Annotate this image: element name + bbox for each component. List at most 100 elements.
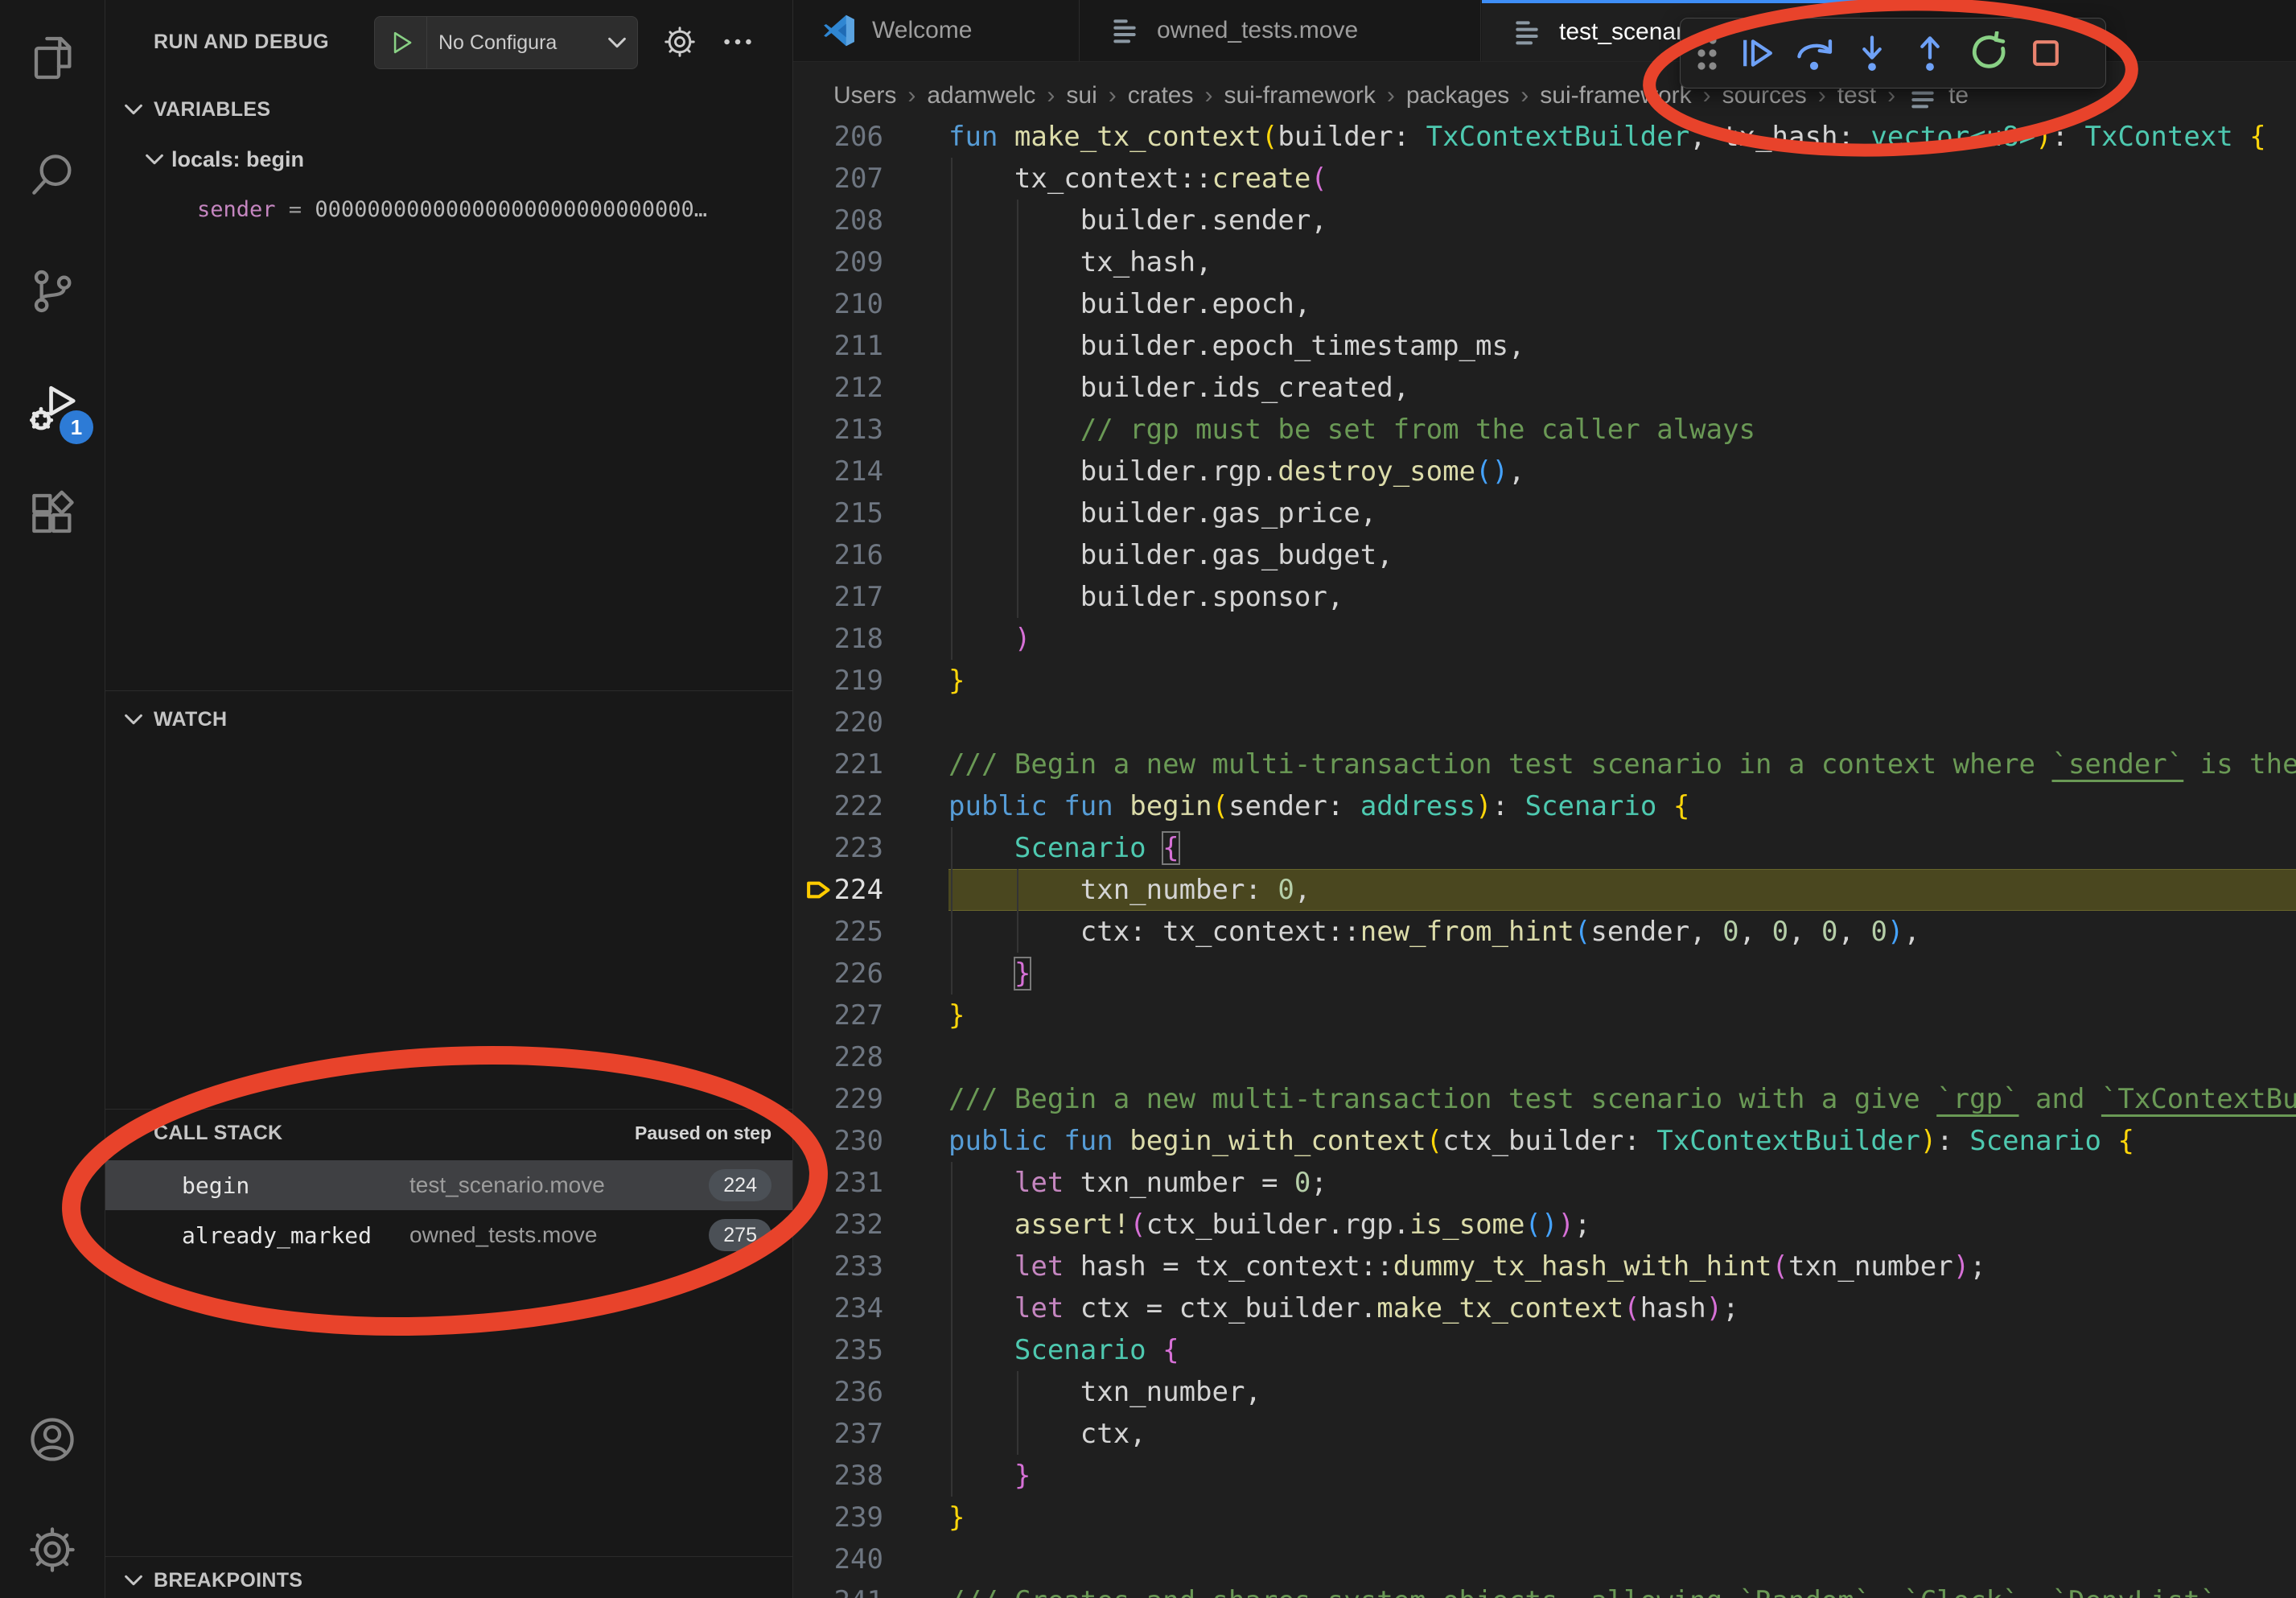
breadcrumb-item[interactable]: adamwelc	[927, 82, 1035, 109]
code-line[interactable]: builder.ids_created,	[948, 367, 1409, 409]
watch-section-header[interactable]: WATCH	[105, 698, 792, 740]
line-number[interactable]: 207	[793, 158, 883, 200]
code-line[interactable]: builder.gas_budget,	[948, 534, 1393, 576]
code-line[interactable]: public fun begin_with_context(ctx_builde…	[948, 1120, 2134, 1162]
line-number[interactable]: 229	[793, 1078, 883, 1120]
line-number[interactable]: 233	[793, 1246, 883, 1287]
line-number[interactable]: 230	[793, 1120, 883, 1162]
line-number[interactable]: 206	[793, 116, 883, 158]
line-number[interactable]: 226	[793, 953, 883, 995]
line-number[interactable]: 241	[793, 1580, 883, 1598]
activity-item-explorer[interactable]	[0, 6, 105, 110]
code-line[interactable]: Scenario {	[948, 827, 1179, 869]
line-number[interactable]: 214	[793, 451, 883, 492]
code-line[interactable]: builder.gas_price,	[948, 492, 1376, 534]
step-into-button[interactable]	[1843, 24, 1901, 82]
line-number[interactable]: 238	[793, 1455, 883, 1497]
tab-owned-tests-move[interactable]: owned_tests.move	[1080, 0, 1481, 61]
code-line[interactable]: assert!(ctx_builder.rgp.is_some());	[948, 1204, 1590, 1246]
call-stack-frame[interactable]: already_markedowned_tests.move275	[105, 1210, 792, 1260]
line-number[interactable]: 216	[793, 534, 883, 576]
activity-item-extensions[interactable]	[0, 463, 105, 567]
code-line[interactable]: builder.sender,	[948, 200, 1327, 241]
code-line[interactable]: tx_context::create(	[948, 158, 1327, 200]
line-number[interactable]: 231	[793, 1162, 883, 1204]
code-line[interactable]: let hash = tx_context::dummy_tx_hash_wit…	[948, 1246, 1986, 1287]
code-line[interactable]: tx_hash,	[948, 241, 1212, 283]
line-number[interactable]: 237	[793, 1413, 883, 1455]
line-number[interactable]: 211	[793, 325, 883, 367]
line-number[interactable]: 215	[793, 492, 883, 534]
variables-scope-row[interactable]: locals: begin	[105, 137, 792, 182]
code-line[interactable]: Scenario {	[948, 1329, 1179, 1371]
debug-config-dropdown[interactable]: No Configura	[374, 16, 638, 69]
breadcrumb-item[interactable]: Users	[833, 82, 896, 109]
line-number[interactable]: 235	[793, 1329, 883, 1371]
activity-item-source-control[interactable]	[0, 239, 105, 344]
line-number[interactable]: 225	[793, 911, 883, 953]
activity-item-search[interactable]	[0, 122, 105, 227]
line-number[interactable]: 232	[793, 1204, 883, 1246]
line-number[interactable]: 212	[793, 367, 883, 409]
continue-button[interactable]	[1727, 24, 1785, 82]
code-line[interactable]: ctx,	[948, 1413, 1146, 1455]
code-line[interactable]: builder.rgp.destroy_some(),	[948, 451, 1524, 492]
code-line[interactable]: )	[948, 618, 1031, 660]
code-line[interactable]: builder.epoch_timestamp_ms,	[948, 325, 1524, 367]
code-line[interactable]: }	[948, 1455, 1031, 1497]
gear-icon[interactable]	[659, 21, 701, 63]
variable-row[interactable]: sender = 00000000000000000000000000000…	[105, 187, 792, 232]
code-line[interactable]: }	[948, 953, 1031, 995]
code-line[interactable]: let ctx = ctx_builder.make_tx_context(ha…	[948, 1287, 1739, 1329]
call-stack-frame[interactable]: begintest_scenario.move224	[105, 1160, 792, 1210]
more-actions-icon[interactable]	[717, 21, 759, 63]
breadcrumb-item[interactable]: sui	[1066, 82, 1097, 109]
call-stack-section-header[interactable]: CALL STACK Paused on step	[105, 1112, 792, 1154]
code-line[interactable]: }	[948, 995, 965, 1036]
code-line[interactable]: fun make_tx_context(builder: TxContextBu…	[948, 116, 2266, 158]
breadcrumb-item[interactable]: packages	[1406, 82, 1509, 109]
breakpoints-section-header[interactable]: BREAKPOINTS	[105, 1559, 792, 1598]
step-out-button[interactable]	[1901, 24, 1959, 82]
line-number[interactable]: 222	[793, 785, 883, 827]
line-number[interactable]: 210	[793, 283, 883, 325]
line-number[interactable]: 219	[793, 660, 883, 702]
code-line[interactable]: builder.epoch,	[948, 283, 1311, 325]
stop-button[interactable]	[2017, 24, 2075, 82]
line-number[interactable]: 236	[793, 1371, 883, 1413]
tab-welcome[interactable]: Welcome	[793, 0, 1080, 61]
line-number[interactable]: 208	[793, 200, 883, 241]
code-line[interactable]: public fun begin(sender: address): Scena…	[948, 785, 1689, 827]
activity-item-account[interactable]	[0, 1387, 105, 1492]
code-line[interactable]: txn_number: 0,	[948, 869, 1311, 911]
line-number[interactable]: 240	[793, 1538, 883, 1580]
breadcrumb-item[interactable]: sui-framework	[1540, 82, 1691, 109]
line-number[interactable]: 227	[793, 995, 883, 1036]
line-number[interactable]: 217	[793, 576, 883, 618]
code-line[interactable]: let txn_number = 0;	[948, 1162, 1327, 1204]
variables-section-header[interactable]: VARIABLES	[105, 89, 792, 130]
line-number[interactable]: 223	[793, 827, 883, 869]
breadcrumb-item[interactable]: sui-framework	[1224, 82, 1375, 109]
line-number[interactable]: 218	[793, 618, 883, 660]
line-number[interactable]: 220	[793, 702, 883, 743]
activity-item-settings[interactable]	[0, 1497, 105, 1598]
code-line[interactable]: /// Creates and shares system objects, a…	[948, 1580, 2216, 1598]
code-line[interactable]: /// Begin a new multi-transaction test s…	[948, 743, 2296, 785]
code-line[interactable]: builder.sponsor,	[948, 576, 1343, 618]
restart-button[interactable]	[1959, 24, 2017, 82]
breadcrumb-item[interactable]: crates	[1128, 82, 1194, 109]
line-number[interactable]: 213	[793, 409, 883, 451]
code-line[interactable]: txn_number,	[948, 1371, 1261, 1413]
step-over-button[interactable]	[1785, 24, 1843, 82]
code-line[interactable]: // rgp must be set from the caller alway…	[948, 409, 1755, 451]
code-line[interactable]: }	[948, 660, 965, 702]
code-line[interactable]: /// Begin a new multi-transaction test s…	[948, 1078, 2296, 1120]
line-number[interactable]: 239	[793, 1497, 883, 1538]
toolbar-drag-handle[interactable]	[1687, 24, 1727, 82]
code-line[interactable]: ctx: tx_context::new_from_hint(sender, 0…	[948, 911, 1920, 953]
code-line[interactable]: }	[948, 1497, 965, 1538]
line-number[interactable]: 234	[793, 1287, 883, 1329]
line-number[interactable]: 228	[793, 1036, 883, 1078]
line-number[interactable]: 209	[793, 241, 883, 283]
